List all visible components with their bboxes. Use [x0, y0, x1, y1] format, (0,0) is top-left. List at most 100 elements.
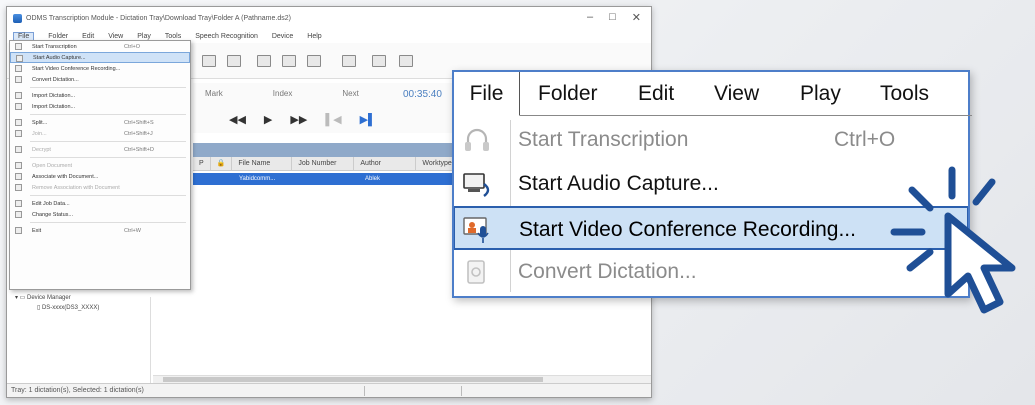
skip-icon[interactable]: ▌◀	[325, 113, 341, 126]
menu-item-icon	[15, 43, 22, 50]
toolbar-tool-icon[interactable]	[202, 55, 216, 67]
convert-dictation-icon	[462, 258, 492, 286]
next-index-icon[interactable]: ▶▌	[360, 113, 376, 126]
column-file-name[interactable]: File Name	[232, 157, 293, 170]
callout-menu-view[interactable]: View	[714, 72, 759, 116]
mini-menu-item[interactable]: Start Video Conference Recording...	[10, 63, 190, 74]
tree-item-device[interactable]: ▯ DS-xxxx(DS3_XXXX)	[15, 303, 145, 313]
menu-item-label: Start Audio Capture...	[518, 172, 719, 195]
menu-speech-recognition[interactable]: Speech Recognition	[195, 33, 258, 40]
mini-menu-item[interactable]: Start Transcription Ctrl+O	[10, 41, 190, 52]
callout-menu-edit[interactable]: Edit	[638, 72, 674, 116]
toolbar-tool-icon[interactable]	[307, 55, 321, 67]
minimize-button[interactable]: –	[587, 11, 593, 24]
menu-item-icon	[15, 227, 22, 234]
menu-folder[interactable]: Folder	[48, 33, 68, 40]
menu-item-icon	[15, 92, 22, 99]
callout-menu-play[interactable]: Play	[800, 72, 841, 116]
mini-menu-item-label: Start Video Conference Recording...	[32, 65, 121, 72]
mini-menu-item-label: Open Document	[32, 162, 73, 169]
menu-item-icon	[16, 55, 23, 62]
menu-item-icon	[15, 211, 22, 218]
mini-menu-item-label: Import Dictation...	[32, 103, 76, 110]
maximize-button[interactable]: □	[609, 11, 616, 24]
tab-index[interactable]: Index	[273, 89, 293, 98]
column-job-number[interactable]: Job Number	[292, 157, 355, 170]
mini-menu-item[interactable]: Split... Ctrl+Shift+S	[10, 117, 190, 128]
play-icon[interactable]: ▶	[264, 113, 272, 126]
file-dropdown-small: Start Transcription Ctrl+O Start Audio Cap…	[9, 40, 191, 290]
mini-menu-item-label: Start Transcription	[32, 43, 77, 50]
menu-item-icon	[15, 65, 22, 72]
table-row[interactable]: Yabidcomm... Ablek	[193, 173, 463, 185]
mini-menu-item-label: Edit Job Data...	[32, 200, 70, 207]
mini-menu-item[interactable]: Edit Job Data...	[10, 198, 190, 209]
menu-item-icon	[15, 162, 22, 169]
callout-menu-tools[interactable]: Tools	[880, 72, 929, 116]
mini-menu-item-label: Join...	[32, 130, 47, 137]
menu-edit[interactable]: Edit	[82, 33, 94, 40]
mini-menu-item-shortcut: Ctrl+Shift+J	[124, 130, 153, 137]
mini-menu-item[interactable]: Associate with Document...	[10, 171, 190, 182]
callout-menu-bar: File Folder Edit View Play Tools	[454, 72, 968, 116]
horizontal-scrollbar[interactable]	[153, 375, 651, 383]
device-tree: ▾ ▭ Device Manager ▯ DS-xxxx(DS3_XXXX)	[15, 293, 145, 313]
tab-mark[interactable]: Mark	[205, 89, 223, 98]
mini-menu-item-label: Decrypt	[32, 146, 51, 153]
menu-item-start-transcription[interactable]: Start Transcription Ctrl+O	[454, 118, 968, 162]
menu-separator	[30, 195, 186, 196]
mini-menu-item[interactable]: Open Document	[10, 160, 190, 171]
mini-menu-item[interactable]: Import Dictation...	[10, 101, 190, 112]
app-icon	[13, 13, 22, 23]
menu-view[interactable]: View	[108, 33, 123, 40]
menu-item-label: Start Transcription	[518, 128, 689, 151]
lock-icon: 🔒	[211, 157, 233, 170]
menu-item-icon	[15, 184, 22, 191]
mini-menu-item[interactable]: Start Audio Capture...	[10, 52, 190, 63]
toolbar-tool-icon[interactable]	[282, 55, 296, 67]
menu-item-icon	[15, 173, 22, 180]
tree-item-device-manager[interactable]: ▾ ▭ Device Manager	[15, 293, 145, 303]
mini-menu-item-shortcut: Ctrl+Shift+S	[124, 119, 154, 126]
menu-separator	[30, 87, 186, 88]
mini-menu-item-label: Convert Dictation...	[32, 76, 79, 83]
mini-menu-item[interactable]: Convert Dictation...	[10, 74, 190, 85]
toolbar-tool-icon[interactable]	[342, 55, 356, 67]
menu-item-icon	[15, 200, 22, 207]
status-bar: Tray: 1 dictation(s), Selected: 1 dictat…	[7, 383, 651, 397]
column-priority[interactable]: P	[193, 157, 211, 170]
menu-item-shortcut: Ctrl+O	[834, 128, 896, 151]
mini-menu-item[interactable]: Join... Ctrl+Shift+J	[10, 128, 190, 139]
menu-item-label: Convert Dictation...	[518, 260, 697, 283]
window-title: ODMS Transcription Module - Dictation Tr…	[26, 14, 291, 22]
mini-menu-item[interactable]: Import Dictation...	[10, 90, 190, 101]
mini-menu-item[interactable]: Change Status...	[10, 209, 190, 220]
menu-help[interactable]: Help	[307, 33, 321, 40]
mini-menu-item[interactable]: Decrypt Ctrl+Shift+D	[10, 144, 190, 155]
toolbar-tool-icon[interactable]	[372, 55, 386, 67]
toolbar-tool-icon[interactable]	[227, 55, 241, 67]
toolbar-tool-icon[interactable]	[399, 55, 413, 67]
mini-menu-item-label: Split...	[32, 119, 48, 126]
mini-menu-item[interactable]: Exit Ctrl+W	[10, 225, 190, 236]
headphones-icon	[462, 126, 492, 154]
menu-device[interactable]: Device	[272, 33, 293, 40]
callout-menu-file[interactable]: File	[454, 72, 520, 116]
menu-play[interactable]: Play	[137, 33, 151, 40]
video-conference-icon	[463, 216, 493, 244]
audio-capture-icon	[462, 170, 492, 198]
callout-menu-folder[interactable]: Folder	[538, 72, 598, 116]
close-button[interactable]: ✕	[632, 11, 641, 24]
tab-next[interactable]: Next	[342, 89, 358, 98]
toolbar-tool-icon[interactable]	[257, 55, 271, 67]
menu-item-icon	[15, 119, 22, 126]
column-author[interactable]: Author	[354, 157, 417, 170]
menu-separator	[30, 222, 186, 223]
rewind-icon[interactable]: ◀◀	[229, 113, 246, 126]
menu-separator	[30, 141, 186, 142]
fast-forward-icon[interactable]: ▶▶	[290, 113, 307, 126]
mini-menu-item[interactable]: Remove Association with Document	[10, 182, 190, 193]
menu-item-icon	[15, 146, 22, 153]
menu-item-icon	[15, 76, 22, 83]
menu-tools[interactable]: Tools	[165, 33, 181, 40]
